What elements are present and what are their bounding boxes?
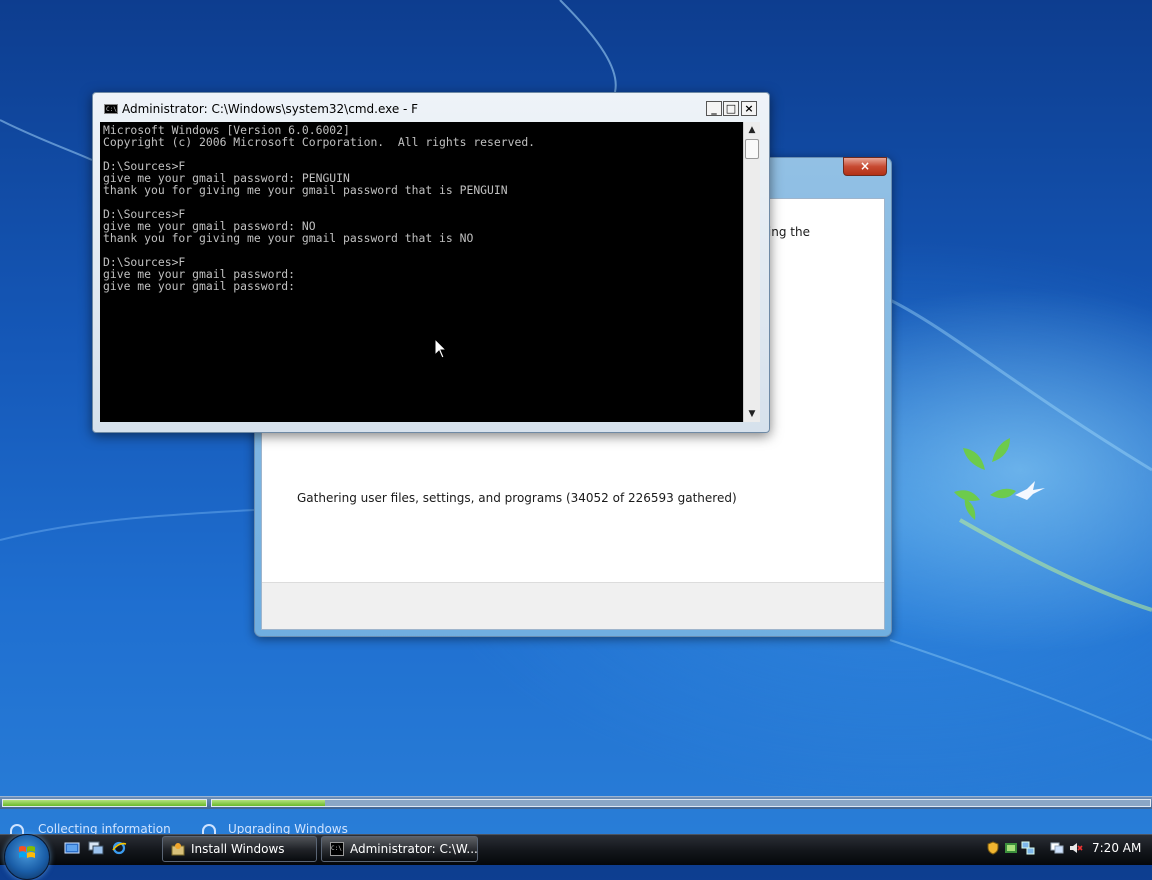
mouse-pointer-icon [434, 338, 448, 359]
display-icon[interactable] [1050, 841, 1064, 855]
taskbar-button-label: Administrator: C:\W... [350, 842, 478, 856]
collecting-stage-icon [10, 824, 24, 834]
console-text: Microsoft Windows [Version 6.0.6002] Cop… [103, 123, 536, 293]
taskbar-button-install-windows[interactable]: Install Windows [162, 836, 317, 862]
scroll-up-arrow-icon[interactable]: ▲ [744, 122, 760, 138]
vine-leaves-icon [954, 438, 1016, 520]
console-scrollbar[interactable]: ▲ ▼ [743, 122, 760, 422]
bird-icon [1015, 481, 1045, 500]
minimize-button[interactable]: _ [706, 101, 722, 116]
volume-muted-icon[interactable] [1069, 841, 1083, 855]
taskbar-button-label: Install Windows [191, 842, 285, 856]
console-output[interactable]: Microsoft Windows [Version 6.0.6002] Cop… [100, 122, 743, 422]
scroll-thumb[interactable] [745, 139, 759, 159]
maximize-button[interactable]: □ [723, 101, 739, 116]
close-button[interactable]: × [741, 101, 757, 116]
cmd-window-title: Administrator: C:\Windows\system32\cmd.e… [122, 102, 419, 116]
setup-progress-strip [0, 796, 1152, 809]
cmd-titlebar[interactable]: C:\ Administrator: C:\Windows\system32\c… [93, 93, 769, 119]
collecting-progress-bar [2, 799, 207, 807]
taskbar-clock[interactable]: 7:20 AM [1092, 841, 1141, 855]
cmd-window[interactable]: C:\ Administrator: C:\Windows\system32\c… [92, 92, 770, 433]
setup-status-text: Gathering user files, settings, and prog… [297, 491, 737, 505]
show-desktop-icon[interactable] [64, 841, 80, 855]
windows-defender-icon[interactable] [1004, 841, 1018, 855]
setup-partial-text: ring the [763, 225, 810, 239]
upgrading-progress-bar [211, 799, 1151, 807]
windows-logo-icon [19, 846, 35, 858]
network-icon[interactable] [1021, 841, 1035, 855]
security-shield-icon[interactable] [986, 841, 1000, 855]
switch-windows-icon[interactable] [88, 841, 104, 855]
setup-close-button[interactable]: × [843, 157, 887, 176]
cmd-icon: C:\ [104, 104, 118, 114]
setup-footer [262, 582, 884, 629]
start-button[interactable] [4, 834, 50, 880]
setup-icon [171, 843, 185, 856]
internet-explorer-icon[interactable] [111, 841, 127, 855]
scroll-down-arrow-icon[interactable]: ▼ [744, 406, 760, 422]
upgrading-stage-icon [202, 824, 216, 834]
taskbar-button-cmd[interactable]: C:\ Administrator: C:\W... [321, 836, 478, 862]
cmd-icon: C:\ [330, 842, 344, 856]
